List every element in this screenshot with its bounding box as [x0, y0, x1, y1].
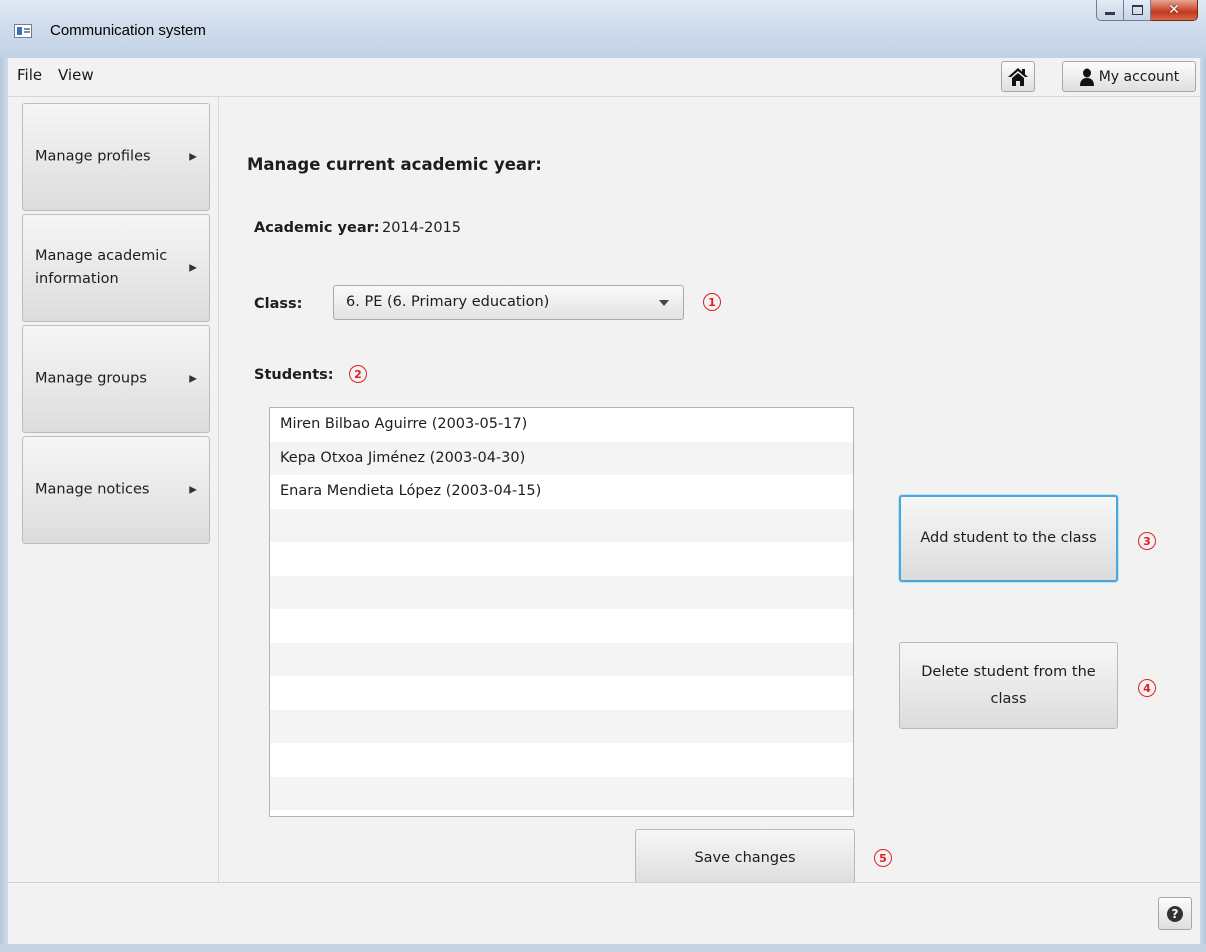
user-icon	[1079, 68, 1094, 86]
class-select[interactable]: 6. PE (6. Primary education)	[333, 285, 684, 320]
title-bar[interactable]: Communication system ✕	[0, 0, 1206, 59]
sidebar-item-manage-groups[interactable]: Manage groups ▶	[22, 325, 210, 433]
submenu-arrow-icon: ▶	[189, 262, 197, 274]
sidebar-item-manage-academic-information[interactable]: Manage academic information ▶	[22, 214, 210, 322]
sidebar: Manage profiles ▶ Manage academic inform…	[8, 97, 219, 882]
annotation-marker-4: 4	[1138, 679, 1156, 697]
list-item-empty	[270, 676, 853, 710]
list-item-empty	[270, 709, 853, 743]
home-icon	[1008, 67, 1028, 86]
maximize-button[interactable]	[1124, 0, 1151, 21]
close-icon: ✕	[1168, 2, 1180, 18]
list-item[interactable]: Enara Mendieta López (2003-04-15)	[270, 475, 853, 509]
list-item-empty	[270, 776, 853, 810]
save-changes-button[interactable]: Save changes	[635, 829, 855, 887]
window-frame-bottom	[0, 944, 1206, 952]
app-icon	[14, 24, 32, 38]
academic-year-value: 2014-2015	[382, 220, 462, 236]
students-label: Students:	[254, 367, 334, 383]
list-item-empty	[270, 743, 853, 777]
students-list[interactable]: Miren Bilbao Aguirre (2003-05-17) Kepa O…	[269, 407, 854, 817]
menu-file[interactable]: File	[17, 66, 42, 84]
app-window: Communication system ✕ File View My acco…	[0, 0, 1206, 952]
sidebar-item-label: Manage notices	[35, 481, 150, 498]
list-item-empty	[270, 642, 853, 676]
sidebar-item-manage-notices[interactable]: Manage notices ▶	[22, 436, 210, 544]
list-item[interactable]: Miren Bilbao Aguirre (2003-05-17)	[270, 408, 853, 442]
list-item-empty	[270, 508, 853, 542]
window-title: Communication system	[50, 22, 206, 39]
list-item-empty	[270, 575, 853, 609]
class-label: Class:	[254, 296, 303, 312]
menu-view[interactable]: View	[58, 66, 94, 84]
sidebar-item-label: Manage groups	[35, 370, 147, 387]
annotation-marker-3: 3	[1138, 532, 1156, 550]
close-button[interactable]: ✕	[1151, 0, 1198, 21]
my-account-button[interactable]: My account	[1062, 61, 1196, 92]
annotation-marker-1: 1	[703, 293, 721, 311]
submenu-arrow-icon: ▶	[189, 151, 197, 163]
minimize-icon	[1105, 11, 1115, 15]
annotation-marker-2: 2	[349, 365, 367, 383]
delete-student-button[interactable]: Delete student from the class	[899, 642, 1118, 729]
maximize-icon	[1131, 5, 1143, 15]
help-button[interactable]: ?	[1158, 897, 1192, 930]
list-item[interactable]: Kepa Otxoa Jiménez (2003-04-30)	[270, 441, 853, 475]
window-controls: ✕	[1096, 0, 1198, 24]
minimize-button[interactable]	[1096, 0, 1124, 21]
window-frame-left	[0, 58, 8, 952]
annotation-marker-5: 5	[874, 849, 892, 867]
class-select-value: 6. PE (6. Primary education)	[346, 294, 550, 310]
sidebar-item-label: Manage profiles	[35, 148, 151, 165]
help-icon: ?	[1167, 905, 1183, 922]
list-item-empty	[270, 542, 853, 576]
main-content: Manage current academic year: Academic y…	[219, 97, 1200, 887]
sidebar-item-manage-profiles[interactable]: Manage profiles ▶	[22, 103, 210, 211]
list-item-empty	[270, 609, 853, 643]
my-account-label: My account	[1098, 68, 1180, 85]
window-frame-right	[1200, 58, 1206, 952]
status-bar: ?	[8, 882, 1200, 945]
submenu-arrow-icon: ▶	[189, 373, 197, 385]
home-button[interactable]	[1001, 61, 1035, 92]
menu-bar: File View My account	[8, 58, 1200, 97]
sidebar-item-label: Manage academic information	[35, 248, 168, 287]
list-item-empty	[270, 810, 853, 816]
add-student-button[interactable]: Add student to the class	[899, 495, 1118, 582]
page-title: Manage current academic year:	[247, 155, 542, 174]
submenu-arrow-icon: ▶	[189, 484, 197, 496]
chevron-down-icon	[659, 300, 669, 306]
academic-year-label: Academic year:	[254, 220, 380, 236]
